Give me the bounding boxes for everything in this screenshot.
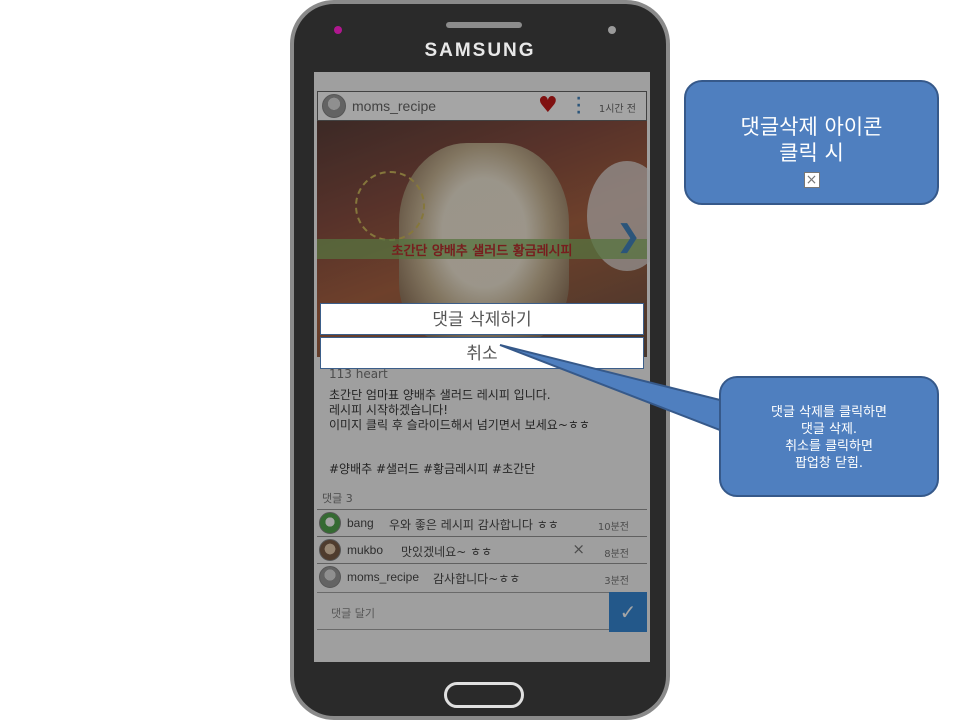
cancel-button[interactable]: 취소	[320, 337, 644, 369]
annotation-text: 댓글 삭제.	[800, 422, 858, 437]
sensor-dot-icon	[608, 26, 616, 34]
annotation-text: 취소를 클릭하면	[785, 439, 873, 454]
delete-comment-popup: 댓글 삭제하기 취소	[320, 303, 644, 369]
phone-brand: SAMSUNG	[424, 40, 536, 61]
close-icon: ×	[803, 172, 820, 188]
annotation-text: 팝업창 닫힘.	[794, 456, 864, 471]
home-button[interactable]	[444, 682, 524, 708]
annotation-text: 댓글삭제 아이콘	[740, 115, 883, 139]
annotation-callout-top: 댓글삭제 아이콘 클릭 시 ×	[684, 80, 939, 205]
annotation-text: 클릭 시	[779, 141, 844, 165]
annotation-callout-right: 댓글 삭제를 클릭하면 댓글 삭제. 취소를 클릭하면 팝업창 닫힘.	[719, 376, 939, 497]
camera-dot-icon	[334, 26, 342, 34]
annotation-text: 댓글 삭제를 클릭하면	[771, 405, 887, 420]
stage: SAMSUNG moms_recipe ♥ · · · 1시간 전 초간단 양배추 …	[0, 0, 960, 720]
speaker-grille	[446, 22, 522, 28]
delete-comment-button[interactable]: 댓글 삭제하기	[320, 303, 644, 335]
